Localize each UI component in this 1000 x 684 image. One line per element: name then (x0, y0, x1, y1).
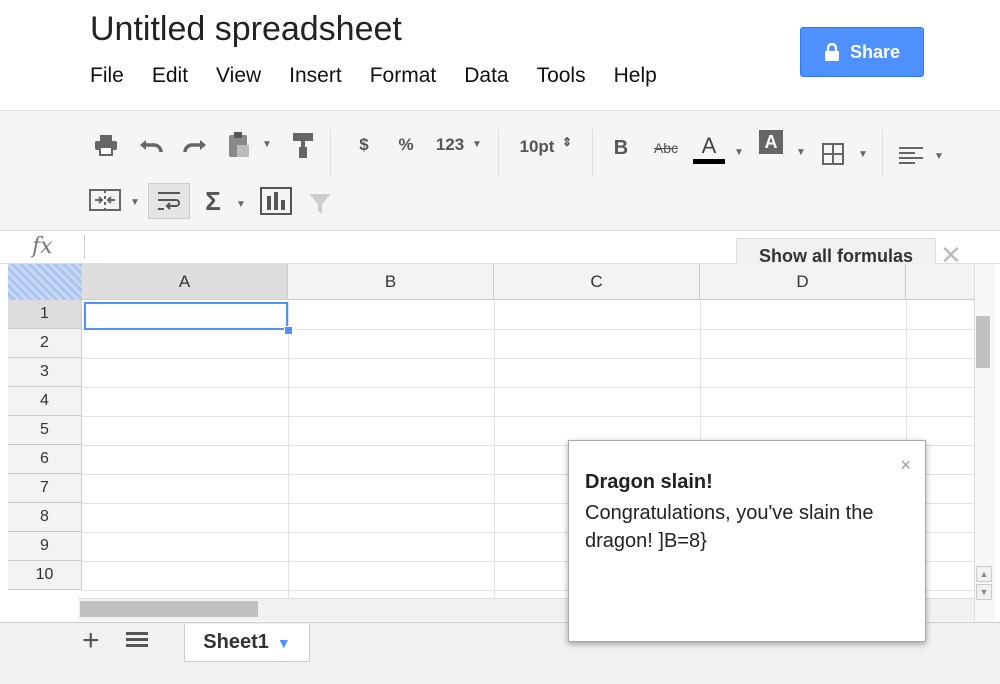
column-header-d[interactable]: D (700, 264, 906, 300)
vertical-scroll-thumb[interactable] (976, 316, 990, 368)
bold-button[interactable]: B (608, 135, 634, 161)
number-format-button[interactable]: 123 (432, 133, 468, 157)
fill-handle[interactable] (284, 326, 293, 335)
row-header-9[interactable]: 9 (8, 532, 82, 561)
column-header-c[interactable]: C (494, 264, 700, 300)
share-label: Share (849, 41, 901, 62)
currency-format-button[interactable]: $ (352, 133, 376, 157)
font-size-stepper-icon[interactable]: ⇕ (562, 135, 572, 149)
borders-dropdown-icon[interactable]: ▼ (858, 149, 868, 160)
row-header-1[interactable]: 1 (8, 300, 82, 329)
menu-help[interactable]: Help (614, 64, 657, 88)
menu-format[interactable]: Format (370, 64, 437, 88)
filter-icon[interactable] (306, 191, 334, 217)
strikethrough-button[interactable]: Abc (650, 135, 682, 161)
menu-data[interactable]: Data (464, 64, 508, 88)
notification-close-icon[interactable]: × (900, 455, 911, 476)
horizontal-scroll-thumb[interactable] (80, 601, 258, 617)
row-header-3[interactable]: 3 (8, 358, 82, 387)
share-button[interactable]: Share (800, 27, 924, 77)
paste-icon[interactable] (224, 129, 254, 161)
redo-icon[interactable] (180, 131, 210, 159)
formula-input[interactable] (84, 235, 729, 259)
merge-cells-icon[interactable] (88, 187, 122, 213)
column-header-a[interactable]: A (82, 264, 288, 300)
text-color-dropdown-icon[interactable]: ▼ (734, 147, 744, 158)
sheet-tab[interactable]: Sheet1 ▼ (184, 624, 310, 662)
text-color-glyph: A (701, 132, 717, 158)
menu-bar: File Edit View Insert Format Data Tools … (90, 64, 685, 88)
select-all-corner[interactable] (8, 264, 82, 300)
column-header-e-partial[interactable] (906, 264, 976, 300)
merge-dropdown-icon[interactable]: ▼ (130, 197, 140, 208)
toolbar: ▼ $ % 123 ▼ 10pt ⇕ B Abc A ▼ A ▼ ▼ ▼ ▼ Σ… (0, 110, 1000, 231)
undo-icon[interactable] (136, 131, 166, 159)
notification-title: Dragon slain! (585, 471, 713, 493)
document-title[interactable]: Untitled spreadsheet (90, 10, 402, 49)
wrap-text-icon[interactable] (148, 183, 190, 219)
fill-color-button[interactable]: A (756, 127, 786, 157)
menu-tools[interactable]: Tools (537, 64, 586, 88)
sheet-tab-label: Sheet1 (203, 631, 269, 653)
row-header-6[interactable]: 6 (8, 445, 82, 474)
notification-popup: × Dragon slain! Congratulations, you've … (568, 440, 926, 642)
row-header-7[interactable]: 7 (8, 474, 82, 503)
paint-format-icon[interactable] (288, 129, 318, 161)
sum-icon[interactable]: Σ (200, 186, 226, 216)
row-header-5[interactable]: 5 (8, 416, 82, 445)
row-header-2[interactable]: 2 (8, 329, 82, 358)
row-header-10[interactable]: 10 (8, 561, 82, 590)
fill-color-dropdown-icon[interactable]: ▼ (796, 147, 806, 158)
percent-format-button[interactable]: % (394, 133, 418, 157)
fx-icon: fx (32, 234, 53, 259)
menu-file[interactable]: File (90, 64, 124, 88)
print-icon[interactable] (92, 131, 120, 159)
lock-icon (824, 43, 839, 61)
menu-insert[interactable]: Insert (289, 64, 342, 88)
insert-chart-icon[interactable] (258, 185, 294, 217)
fill-color-glyph: A (759, 130, 783, 154)
row-header-8[interactable]: 8 (8, 503, 82, 532)
text-color-button[interactable]: A (692, 129, 726, 167)
sheet-menu-arrow-icon[interactable]: ▼ (277, 635, 291, 651)
align-left-icon[interactable] (898, 143, 924, 167)
menu-edit[interactable]: Edit (152, 64, 188, 88)
row-header-4[interactable]: 4 (8, 387, 82, 416)
sheet-list-icon[interactable] (126, 630, 148, 655)
selected-cell-a1[interactable] (84, 302, 288, 330)
align-dropdown-icon[interactable]: ▼ (934, 151, 944, 162)
text-color-swatch (693, 158, 725, 164)
font-size-select[interactable]: 10pt (514, 135, 560, 159)
menu-view[interactable]: View (216, 64, 261, 88)
functions-dropdown-icon[interactable]: ▼ (236, 199, 246, 210)
add-sheet-icon[interactable]: + (82, 624, 100, 658)
column-header-b[interactable]: B (288, 264, 494, 300)
notification-body: Congratulations, you've slain the dragon… (585, 502, 874, 552)
borders-icon[interactable] (820, 141, 846, 167)
paste-dropdown-icon[interactable]: ▼ (262, 139, 272, 150)
scroll-down-icon[interactable]: ▼ (976, 584, 992, 600)
number-format-dropdown-icon[interactable]: ▼ (472, 139, 482, 150)
scroll-up-icon[interactable]: ▲ (976, 566, 992, 582)
